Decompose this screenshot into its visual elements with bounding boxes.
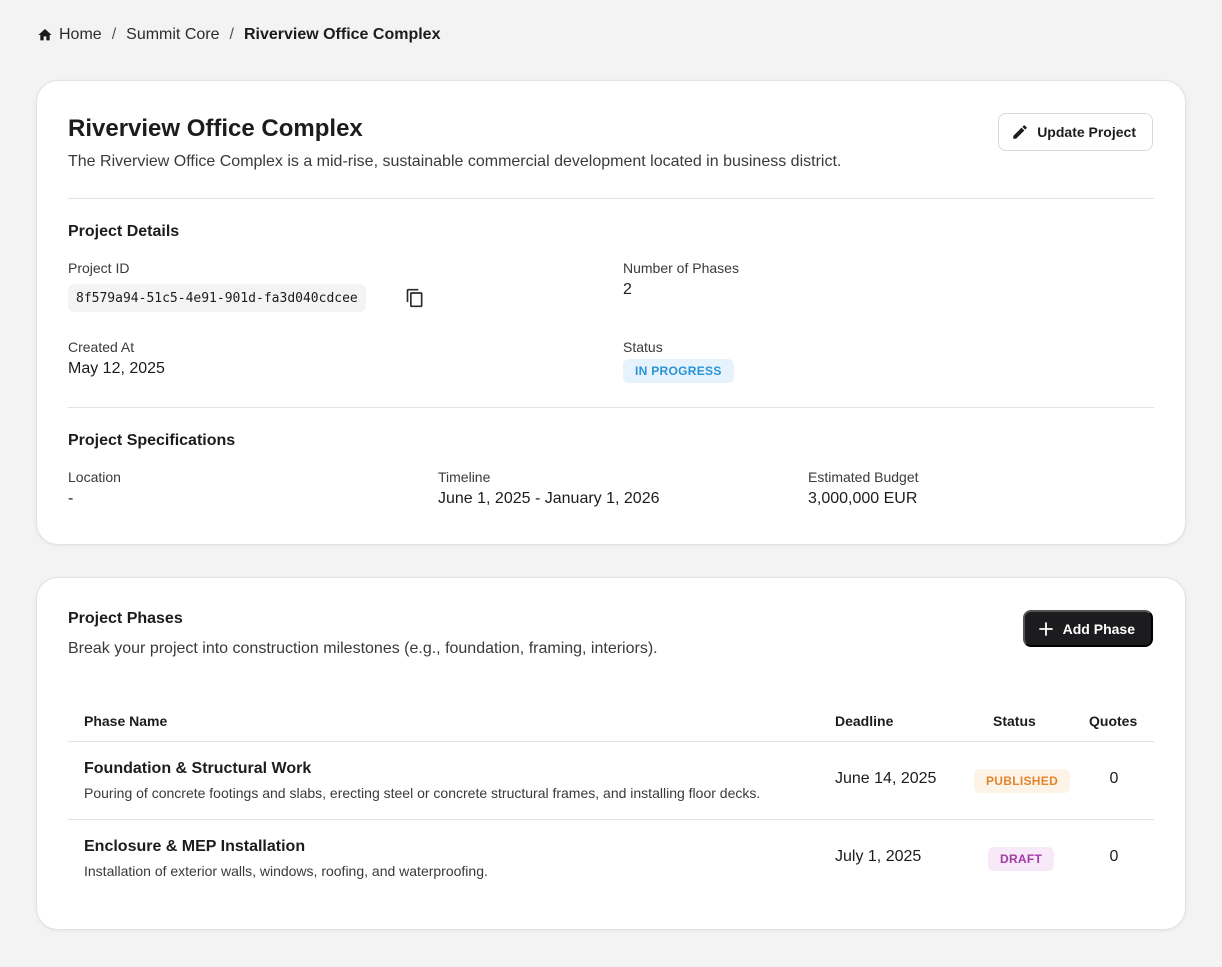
timeline-label: Timeline: [438, 469, 491, 485]
pencil-icon: [1013, 125, 1027, 139]
column-header-quotes: Quotes: [1089, 713, 1138, 729]
project-phases-card: Project Phases Break your project into c…: [36, 577, 1186, 930]
project-id-label: Project ID: [68, 260, 130, 276]
home-icon: [38, 29, 52, 41]
update-project-label: Update Project: [1037, 124, 1136, 140]
breadcrumb-separator: /: [229, 26, 234, 43]
project-phases-subtitle: Break your project into construction mil…: [68, 640, 658, 657]
project-description: The Riverview Office Complex is a mid-ri…: [68, 153, 842, 170]
created-at-value: May 12, 2025: [68, 360, 165, 377]
column-header-deadline: Deadline: [835, 713, 894, 729]
column-header-status: Status: [993, 713, 1036, 729]
phase-description: Pouring of concrete footings and slabs, …: [84, 785, 761, 801]
divider: [68, 198, 1154, 199]
breadcrumb-org[interactable]: Summit Core: [126, 26, 219, 44]
phase-description: Installation of exterior walls, windows,…: [84, 863, 488, 879]
project-id-value: 8f579a94-51c5-4e91-901d-fa3d040cdcee: [68, 284, 366, 312]
breadcrumb: Home / Summit Core / Riverview Office Co…: [37, 25, 440, 45]
breadcrumb-separator: /: [111, 26, 117, 43]
project-details-title: Project Details: [68, 223, 180, 240]
page-title: Riverview Office Complex: [68, 115, 363, 142]
number-of-phases-value: 2: [623, 281, 632, 298]
status-label: Status: [623, 339, 663, 355]
number-of-phases-label: Number of Phases: [623, 260, 739, 276]
created-at-label: Created At: [68, 339, 135, 355]
status-badge: IN PROGRESS: [623, 359, 734, 383]
status-badge: DRAFT: [988, 847, 1055, 871]
project-overview-card: Riverview Office Complex The Riverview O…: [36, 80, 1186, 545]
phase-quotes: 0: [1109, 848, 1119, 865]
breadcrumb-home-label: Home: [59, 26, 102, 43]
column-header-phase-name: Phase Name: [84, 713, 168, 729]
phase-deadline: July 1, 2025: [835, 848, 922, 865]
phase-name: Enclosure & MEP Installation: [84, 838, 306, 855]
phase-deadline: June 14, 2025: [835, 770, 937, 787]
status-badge: PUBLISHED: [974, 769, 1071, 793]
timeline-value: June 1, 2025 - January 1, 2026: [438, 490, 660, 507]
table-row[interactable]: Foundation & Structural Work Pouring of …: [68, 742, 1154, 820]
location-label: Location: [68, 469, 121, 485]
estimated-budget-label: Estimated Budget: [808, 469, 919, 485]
update-project-button[interactable]: Update Project: [998, 113, 1153, 151]
breadcrumb-current: Riverview Office Complex: [243, 26, 441, 43]
copy-icon[interactable]: [405, 288, 425, 308]
estimated-budget-value: 3,000,000 EUR: [808, 490, 918, 507]
add-phase-label: Add Phase: [1062, 620, 1135, 637]
divider: [68, 407, 1154, 408]
add-phase-button[interactable]: Add Phase: [1022, 610, 1153, 647]
breadcrumb-home[interactable]: Home: [37, 26, 102, 44]
plus-icon: [1038, 621, 1053, 636]
phase-quotes: 0: [1109, 770, 1119, 787]
table-row[interactable]: Enclosure & MEP Installation Installatio…: [68, 820, 1154, 898]
phases-table-header: Phase Name Deadline Status Quotes: [68, 713, 1154, 741]
location-value: -: [68, 490, 74, 507]
project-phases-title: Project Phases: [68, 610, 183, 627]
project-specifications-title: Project Specifications: [68, 432, 236, 449]
phase-name: Foundation & Structural Work: [84, 760, 312, 777]
